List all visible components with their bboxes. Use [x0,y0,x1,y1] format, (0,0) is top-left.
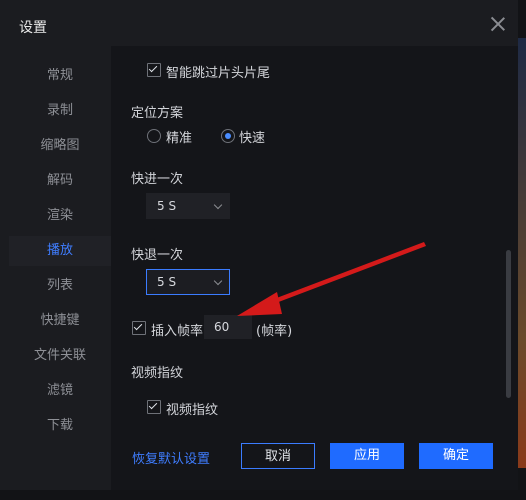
positioning-precise-label: 精准 [166,131,193,146]
sidebar-item-render[interactable]: 渲染 [9,201,111,231]
chevron-down-icon [213,200,223,210]
sidebar-item-record[interactable]: 录制 [9,96,111,126]
apply-button[interactable]: 应用 [330,443,404,469]
fingerprint-label: 视频指纹 [166,403,219,418]
forward-select-value: 5 S [157,199,177,213]
insert-frame-checkbox[interactable] [132,321,146,335]
frame-rate-unit: (帧率) [256,324,293,339]
scrollbar-thumb[interactable] [506,250,511,398]
positioning-precise-radio[interactable] [147,129,161,143]
dialog-titlebar: 设置 [0,0,518,46]
backward-select-value: 5 S [157,275,177,289]
skip-intro-checkbox[interactable] [147,63,161,77]
sidebar-item-shortcuts[interactable]: 快捷键 [9,306,111,336]
frame-rate-input[interactable]: 60 [204,315,252,339]
sidebar-item-playback[interactable]: 播放 [9,236,111,266]
settings-dialog: 设置 常规 录制 缩略图 解码 渲染 播放 列表 快捷键 文件关联 滤镜 下载 … [0,0,518,490]
skip-intro-label: 智能跳过片头片尾 [166,66,271,81]
sidebar-item-list[interactable]: 列表 [9,271,111,301]
positioning-fast-radio[interactable] [221,129,235,143]
dialog-title: 设置 [19,20,47,36]
reset-defaults-link[interactable]: 恢复默认设置 [132,448,210,467]
positioning-title: 定位方案 [131,106,184,121]
forward-title: 快进一次 [131,172,184,187]
close-icon[interactable] [488,14,508,34]
background-edge-right [518,38,526,468]
sidebar-item-thumbnail[interactable]: 缩略图 [9,131,111,161]
backward-title: 快退一次 [131,248,184,263]
sidebar-item-decode[interactable]: 解码 [9,166,111,196]
chevron-down-icon [213,276,223,286]
cancel-button[interactable]: 取消 [241,443,315,469]
fingerprint-title: 视频指纹 [131,366,184,381]
sidebar-item-download[interactable]: 下载 [9,411,111,441]
ok-button[interactable]: 确定 [419,443,493,469]
forward-select[interactable]: 5 S [146,193,230,219]
positioning-fast-label: 快速 [239,131,266,146]
insert-frame-label: 插入帧率 [151,324,204,339]
sidebar-item-file-association[interactable]: 文件关联 [9,341,111,371]
sidebar-item-filters[interactable]: 滤镜 [9,376,111,406]
settings-sidebar: 常规 录制 缩略图 解码 渲染 播放 列表 快捷键 文件关联 滤镜 下载 [9,46,111,490]
sidebar-item-general[interactable]: 常规 [9,61,111,91]
fingerprint-checkbox[interactable] [147,400,161,414]
backward-select[interactable]: 5 S [146,269,230,295]
